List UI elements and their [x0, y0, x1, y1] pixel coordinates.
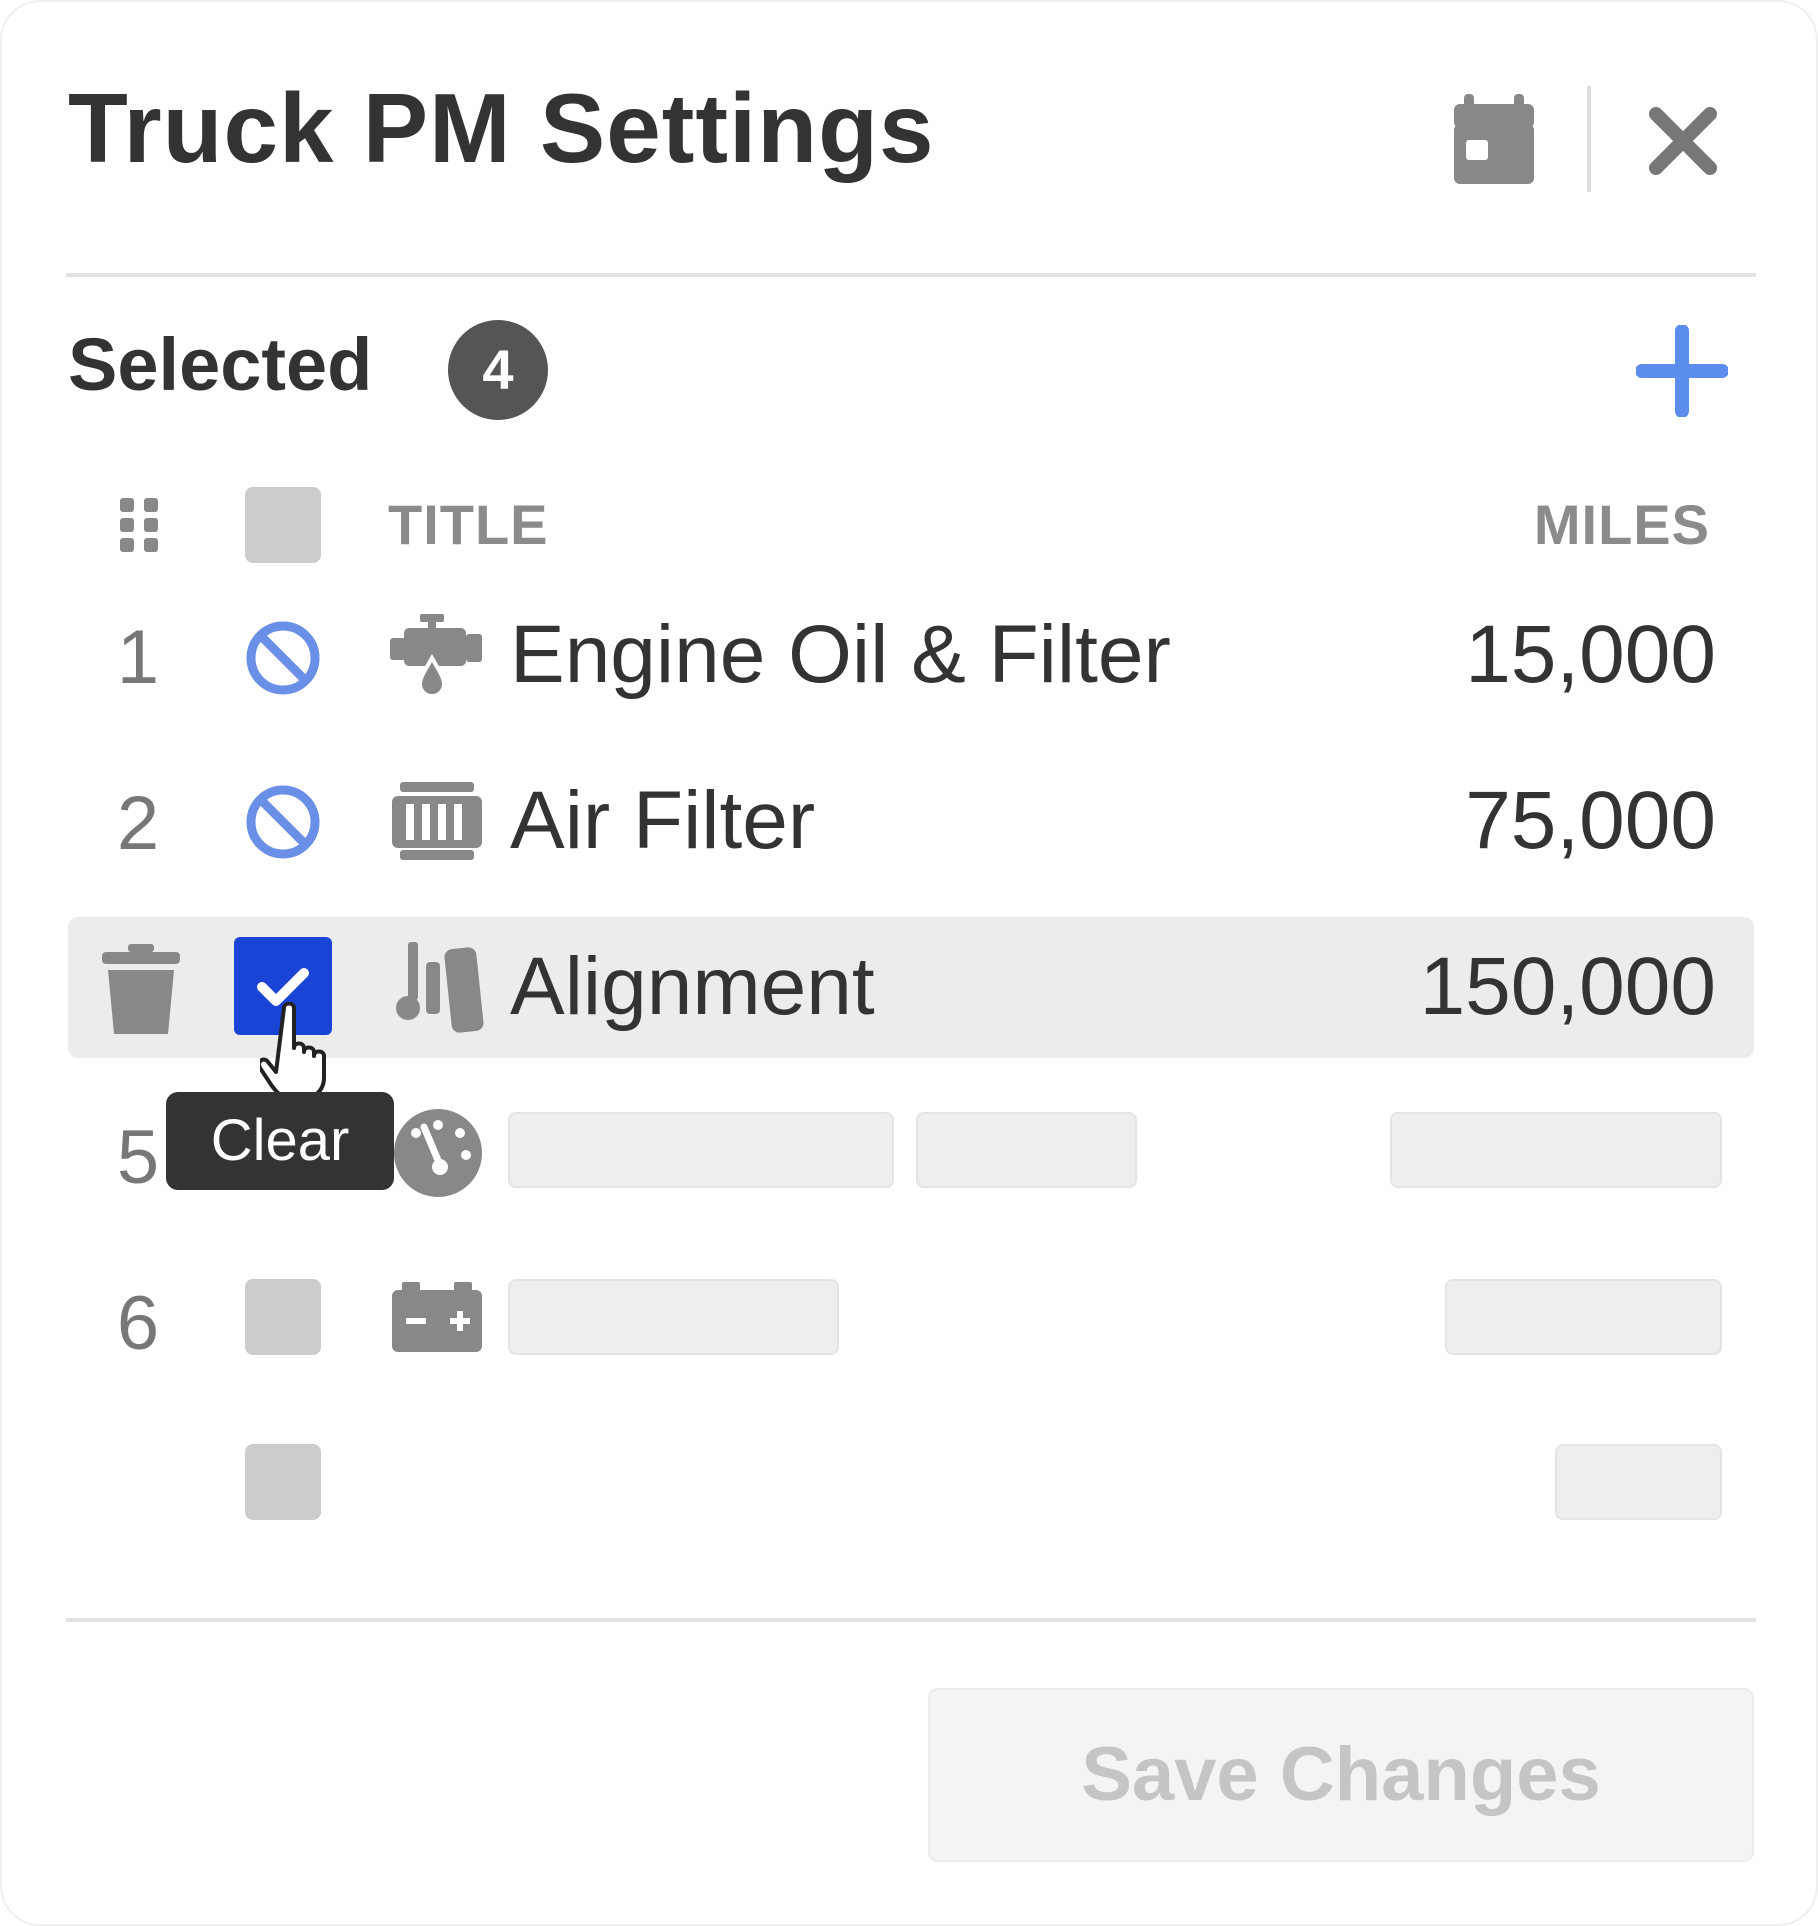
footer-separator	[66, 1618, 1756, 1622]
pm-settings-dialog: Truck PM Settings Selected 4 TITLE MILES…	[0, 0, 1818, 1926]
dialog-title: Truck PM Settings	[68, 73, 935, 183]
air-filter-icon	[392, 782, 482, 862]
loading-placeholder	[1390, 1112, 1722, 1188]
row-title: Alignment	[510, 941, 875, 1032]
loading-placeholder	[1445, 1279, 1722, 1355]
row-number: 1	[116, 615, 160, 700]
loading-placeholder	[916, 1112, 1137, 1188]
gauge-icon	[394, 1109, 482, 1197]
header-divider	[1587, 86, 1591, 192]
save-changes-button[interactable]: Save Changes	[928, 1688, 1754, 1862]
loading-placeholder	[508, 1279, 839, 1355]
loading-placeholder	[1555, 1444, 1722, 1520]
row-title: Air Filter	[510, 775, 816, 866]
column-header-title: TITLE	[388, 493, 549, 556]
calendar-icon[interactable]	[1454, 94, 1534, 184]
close-icon[interactable]	[1648, 106, 1718, 176]
disabled-icon[interactable]	[244, 619, 322, 697]
engine-oil-icon	[390, 614, 482, 700]
selected-label: Selected	[68, 323, 373, 406]
alignment-icon	[394, 942, 484, 1034]
row-checkbox[interactable]	[245, 1279, 321, 1355]
drag-handle-icon[interactable]	[120, 498, 160, 552]
hand-cursor-icon	[260, 1002, 344, 1100]
header-separator	[66, 273, 1756, 277]
row-title: Engine Oil & Filter	[510, 609, 1171, 700]
row-miles: 15,000	[1465, 609, 1716, 700]
column-header-miles: MILES	[1533, 493, 1710, 556]
battery-icon	[392, 1282, 482, 1352]
row-miles: 150,000	[1419, 941, 1716, 1032]
plus-icon[interactable]	[1636, 325, 1728, 417]
selected-count-badge: 4	[448, 320, 548, 420]
row-number: 6	[116, 1281, 160, 1366]
clear-tooltip: Clear	[166, 1092, 394, 1190]
loading-placeholder	[508, 1112, 894, 1188]
row-miles: 75,000	[1465, 775, 1716, 866]
row-number: 2	[116, 781, 160, 866]
select-all-checkbox[interactable]	[245, 487, 321, 563]
row-checkbox[interactable]	[245, 1444, 321, 1520]
trash-icon[interactable]	[102, 944, 180, 1034]
disabled-icon[interactable]	[244, 783, 322, 861]
